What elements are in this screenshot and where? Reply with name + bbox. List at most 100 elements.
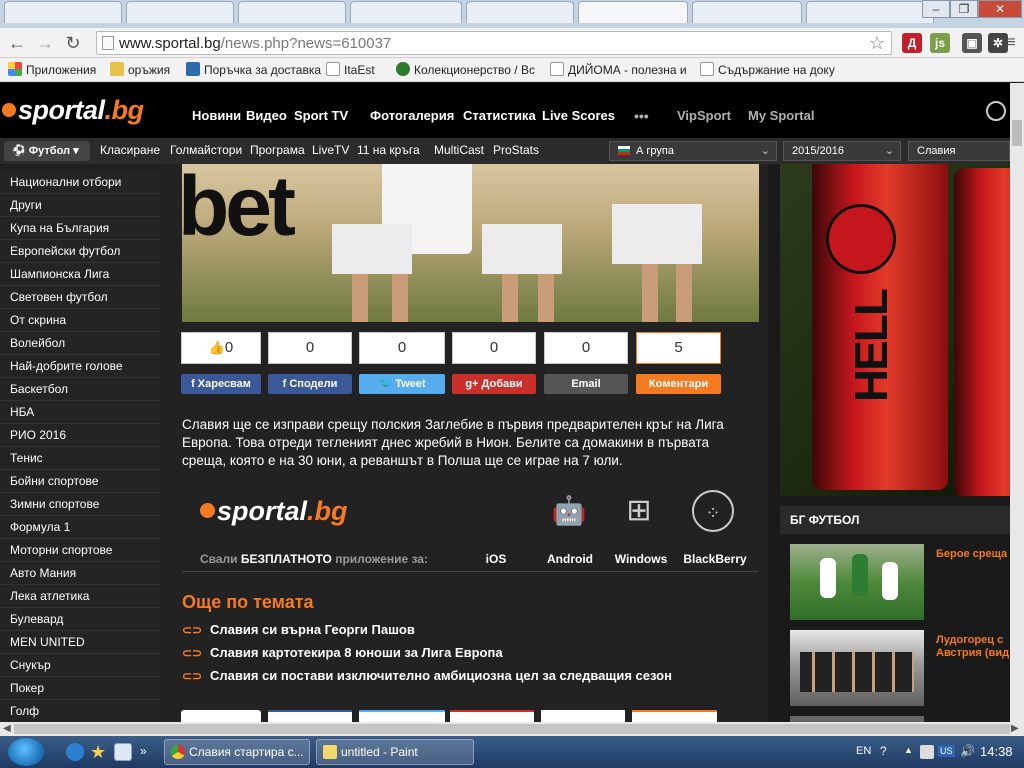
scroll-left-icon[interactable]: ◀ [3, 723, 11, 734]
league-dropdown[interactable]: А група ⌄ [609, 141, 777, 161]
browser-tab[interactable] [126, 1, 234, 23]
bookmark-apps[interactable]: Приложения [8, 62, 96, 77]
sidebar-item[interactable]: Най-добрите голове [0, 355, 160, 378]
browser-tab[interactable] [4, 1, 122, 23]
tweet-button[interactable]: 🐦 Tweet [359, 374, 445, 394]
taskbar-overflow-icon[interactable]: » [140, 744, 147, 758]
subnav-scorers[interactable]: Голмайстори [170, 143, 242, 157]
subnav-team-of-round[interactable]: 11 на кръга [357, 143, 420, 157]
vertical-scrollbar[interactable] [1010, 83, 1024, 722]
menu-icon[interactable]: ≡ [1000, 32, 1022, 54]
star-bookmark-icon[interactable]: ☆ [869, 33, 885, 54]
sidebar-item[interactable]: Моторни спортове [0, 539, 160, 562]
help-icon[interactable]: ? [880, 744, 887, 758]
sidebar-item[interactable]: MEN UNITED [0, 631, 160, 654]
vertical-scroll-thumb[interactable] [1012, 120, 1022, 146]
sport-selector[interactable]: ⚽ Футбол ▾ [4, 141, 90, 161]
sidebar-item[interactable]: Тенис [0, 447, 160, 470]
ios-label[interactable]: iOS [480, 552, 512, 566]
subnav-prostats[interactable]: ProStats [493, 143, 539, 157]
taskbar-paint-task[interactable]: untitled - Paint [316, 739, 474, 765]
bookmark-item[interactable]: Съдържание на доку [700, 62, 835, 77]
bookmark-folder[interactable]: оръжия [110, 62, 170, 77]
nav-gallery[interactable]: Фотогалерия [370, 108, 454, 123]
sidebar-item[interactable]: Голф [0, 700, 160, 722]
scroll-right-icon[interactable]: ▶ [1011, 723, 1019, 734]
tray-arrow-icon[interactable]: ▲ [904, 745, 913, 755]
sidebar-item[interactable]: НБА [0, 401, 160, 424]
nav-live-scores[interactable]: Live Scores [542, 108, 615, 123]
bookmark-item[interactable]: ItaEst [326, 62, 375, 77]
sidebar-item[interactable]: Булевард [0, 608, 160, 631]
sidebar-item[interactable]: Шампионска Лига [0, 263, 160, 286]
maximize-icon[interactable]: ❐ [950, 0, 978, 18]
subnav-livetv[interactable]: LiveTV [312, 143, 349, 157]
clock[interactable]: 14:38 [980, 744, 1013, 759]
sidebar-item[interactable]: Зимни спортове [0, 493, 160, 516]
extension-d-icon[interactable]: Д [902, 33, 922, 53]
more-dots-icon[interactable]: ••• [634, 108, 649, 124]
sportal-logo[interactable]: sportal.bg [2, 95, 144, 126]
blackberry-label[interactable]: BlackBerry [680, 552, 750, 566]
nav-sport-tv[interactable]: Sport TV [294, 108, 348, 123]
sidebar-item[interactable]: Национални отбори [0, 171, 160, 194]
minimize-icon[interactable]: – [922, 0, 950, 18]
nav-video[interactable]: Видео [246, 108, 287, 123]
related-link[interactable]: ⊂⊃ Славия си върна Георги Пашов [182, 622, 415, 637]
language-indicator[interactable]: EN [856, 745, 871, 757]
back-arrow-icon[interactable]: ← [6, 32, 28, 54]
apple-icon[interactable] [474, 490, 516, 532]
team-dropdown[interactable]: Славия [908, 141, 1010, 161]
blackberry-icon[interactable]: ⁘ [692, 490, 734, 532]
gplus-button[interactable]: g+ Добави [452, 374, 536, 394]
bookmark-item[interactable]: Колекционерство / Вс [396, 62, 535, 77]
reload-icon[interactable]: ↻ [62, 32, 84, 54]
subnav-standings[interactable]: Класиране [100, 143, 160, 157]
app-icon[interactable] [114, 743, 132, 761]
browser-tab[interactable] [466, 1, 574, 23]
nav-stats[interactable]: Статистика [463, 108, 536, 123]
sidebar-item[interactable]: РИО 2016 [0, 424, 160, 447]
app-promo-banner[interactable]: sportal.bg Свали БЕЗПЛАТНОТО приложение … [182, 486, 758, 572]
taskbar-chrome-task[interactable]: Славия стартира с... [164, 739, 310, 765]
search-icon[interactable] [986, 101, 1006, 121]
sidebar-item[interactable]: Авто Мания [0, 562, 160, 585]
news-headline[interactable]: Берое среща [936, 548, 1016, 561]
sidebar-item[interactable]: Снукър [0, 654, 160, 677]
extension-js-icon[interactable]: js [930, 33, 950, 53]
browser-tab[interactable] [692, 1, 802, 23]
related-link[interactable]: ⊂⊃ Славия си постави изключително амбицио… [182, 668, 672, 683]
sidebar-item[interactable]: Волейбол [0, 332, 160, 355]
keyboard-layout-icon[interactable]: US [938, 745, 955, 757]
nav-vipsport[interactable]: VipSport [677, 108, 731, 123]
bookmark-item[interactable]: ДИЙОМА - полезна и [550, 62, 687, 77]
news-headline[interactable]: Лудогорец с Австрия (вид [936, 634, 1016, 660]
internet-explorer-icon[interactable] [66, 743, 84, 761]
horizontal-scroll-thumb[interactable] [14, 724, 1010, 734]
nav-news[interactable]: Новини [192, 108, 241, 123]
volume-icon[interactable]: 🔊 [960, 744, 975, 758]
nav-my-sportal[interactable]: My Sportal [748, 108, 814, 123]
browser-tab[interactable] [350, 1, 462, 23]
season-dropdown[interactable]: 2015/2016 ⌄ [783, 141, 901, 161]
sidebar-item[interactable]: Бойни спортове [0, 470, 160, 493]
browser-tab-active[interactable] [578, 1, 688, 23]
news-thumbnail[interactable] [790, 630, 924, 706]
sidebar-item[interactable]: Други [0, 194, 160, 217]
forward-arrow-icon[interactable]: → [34, 32, 56, 54]
subnav-multicast[interactable]: MultiCast [434, 143, 484, 157]
browser-tab[interactable] [238, 1, 346, 23]
address-bar[interactable]: www.sportal.bg/news.php?news=610037 ☆ [96, 31, 892, 55]
facebook-like-button[interactable]: f Харесвам [181, 374, 261, 394]
windows-icon[interactable]: ⊞ [618, 490, 660, 532]
android-label[interactable]: Android [540, 552, 600, 566]
sidebar-item[interactable]: Формула 1 [0, 516, 160, 539]
bg-football-heading[interactable]: БГ ФУТБОЛ [780, 506, 1010, 534]
network-icon[interactable] [920, 745, 934, 759]
sidebar-item[interactable]: Световен футбол [0, 286, 160, 309]
close-icon[interactable]: ✕ [978, 0, 1022, 18]
start-button-icon[interactable] [8, 738, 44, 766]
related-link[interactable]: ⊂⊃ Славия картотекира 8 юноши за Лига Евр… [182, 645, 503, 660]
email-button[interactable]: Email [544, 374, 628, 394]
hell-energy-ad[interactable]: HELL [780, 164, 1010, 496]
